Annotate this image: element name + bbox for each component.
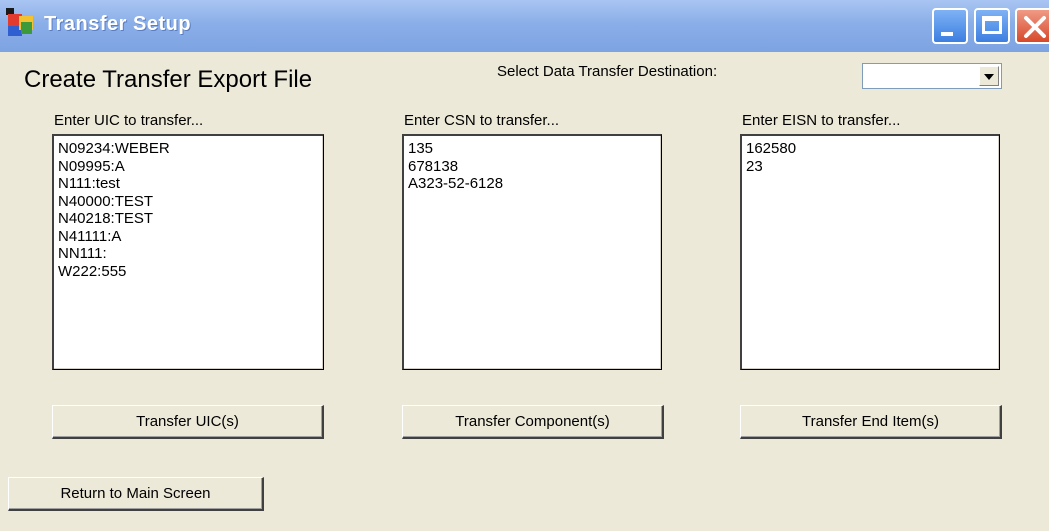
eisn-listbox[interactable]: 162580 23	[740, 134, 1000, 370]
minimize-button[interactable]	[932, 8, 968, 44]
list-item[interactable]: N40000:TEST	[58, 193, 323, 211]
eisn-label: Enter EISN to transfer...	[742, 112, 901, 129]
page-title: Create Transfer Export File	[24, 66, 313, 93]
return-to-main-button[interactable]: Return to Main Screen	[8, 477, 264, 511]
close-button[interactable]	[1015, 8, 1049, 44]
destination-select[interactable]	[862, 63, 1002, 89]
csn-label: Enter CSN to transfer...	[404, 112, 560, 129]
list-item[interactable]: 23	[746, 158, 999, 176]
list-item[interactable]: N41111:A	[58, 228, 323, 246]
uic-label: Enter UIC to transfer...	[54, 112, 204, 129]
chevron-down-icon[interactable]	[979, 66, 999, 86]
title-bar[interactable]: Transfer Setup	[0, 0, 1049, 52]
minimize-icon	[941, 32, 953, 36]
close-icon	[1024, 16, 1046, 38]
window-title: Transfer Setup	[44, 13, 192, 35]
list-item[interactable]: 162580	[746, 140, 999, 158]
app-icon	[6, 8, 33, 36]
list-item[interactable]: NN111:	[58, 245, 323, 263]
maximize-icon	[982, 16, 1002, 34]
list-item[interactable]: A323-52-6128	[408, 175, 661, 193]
destination-label: Select Data Transfer Destination:	[497, 63, 718, 80]
uic-listbox[interactable]: N09234:WEBER N09995:A N111:test N40000:T…	[52, 134, 324, 370]
transfer-component-button[interactable]: Transfer Component(s)	[402, 405, 664, 439]
transfer-uic-button[interactable]: Transfer UIC(s)	[52, 405, 324, 439]
list-item[interactable]: 135	[408, 140, 661, 158]
maximize-button[interactable]	[974, 8, 1010, 44]
list-item[interactable]: W222:555	[58, 263, 323, 281]
list-item[interactable]: N111:test	[58, 175, 323, 193]
transfer-setup-window: Transfer Setup Create Transfer Export Fi…	[0, 0, 1049, 531]
list-item[interactable]: N09995:A	[58, 158, 323, 176]
list-item[interactable]: 678138	[408, 158, 661, 176]
csn-listbox[interactable]: 135 678138 A323-52-6128	[402, 134, 662, 370]
list-item[interactable]: N09234:WEBER	[58, 140, 323, 158]
transfer-end-item-button[interactable]: Transfer End Item(s)	[740, 405, 1002, 439]
list-item[interactable]: N40218:TEST	[58, 210, 323, 228]
